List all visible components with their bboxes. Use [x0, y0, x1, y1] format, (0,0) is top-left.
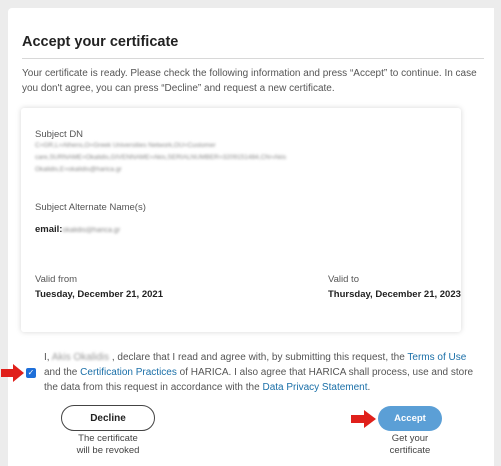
subject-dn-label: Subject DN [35, 129, 84, 140]
intro-text: Your certificate is ready. Please check … [22, 68, 477, 94]
agreement-name: Akis Okalidis [51, 352, 110, 363]
subject-dn-line: C=GR,L=Athens,O=Greek Universities Netwo… [35, 142, 216, 149]
valid-from-label: Valid from [35, 274, 78, 285]
valid-to-label: Valid to [328, 274, 359, 285]
agreement-text-1: , declare that I read and agree with, by… [111, 352, 405, 363]
agreement-text-4: . [367, 382, 371, 393]
red-arrow-icon [1, 364, 24, 382]
data-privacy-link[interactable]: Data Privacy Statement [262, 382, 367, 393]
red-arrow-icon [351, 410, 376, 428]
subject-dn-line: Okalidis,E=okalidis@harica.gr [35, 166, 122, 173]
agreement-text-2: and the [44, 367, 78, 378]
valid-from-value: Tuesday, December 21, 2021 [35, 289, 163, 300]
email-value: okalidis@harica.gr [62, 227, 121, 234]
decline-button[interactable]: Decline [61, 405, 155, 431]
decline-caption-line: The certificate [78, 433, 138, 444]
agreement-checkbox[interactable]: ✓ [26, 368, 36, 378]
accept-caption-line: certificate [389, 445, 431, 456]
alt-name-value: email:okalidis@harica.gr [35, 224, 120, 235]
alt-name-label: Subject Alternate Name(s) [35, 202, 146, 213]
accept-caption: Get your certificate [362, 433, 458, 457]
terms-of-use-link[interactable]: Terms of Use [407, 352, 466, 363]
title-divider [22, 58, 484, 59]
email-prefix: email: [35, 224, 63, 235]
certificate-details-card: Subject DN C=GR,L=Athens,O=Greek Univers… [21, 108, 461, 332]
check-icon: ✓ [27, 368, 35, 377]
decline-caption: The certificate will be revoked [58, 433, 158, 457]
agreement-prefix: I, [44, 352, 50, 363]
accept-button[interactable]: Accept [378, 406, 442, 431]
valid-to-value: Thursday, December 21, 2023 [328, 289, 461, 300]
subject-dn-line: care,SURNAME=Okalidis,GIVENNAME=Akis,SER… [35, 154, 287, 161]
decline-caption-line: will be revoked [76, 445, 140, 456]
page-title: Accept your certificate [22, 34, 179, 50]
agreement-text: I, Akis Okalidis , declare that I read a… [44, 350, 484, 395]
certification-practices-link[interactable]: Certification Practices [80, 367, 177, 378]
accept-caption-line: Get your [391, 433, 429, 444]
